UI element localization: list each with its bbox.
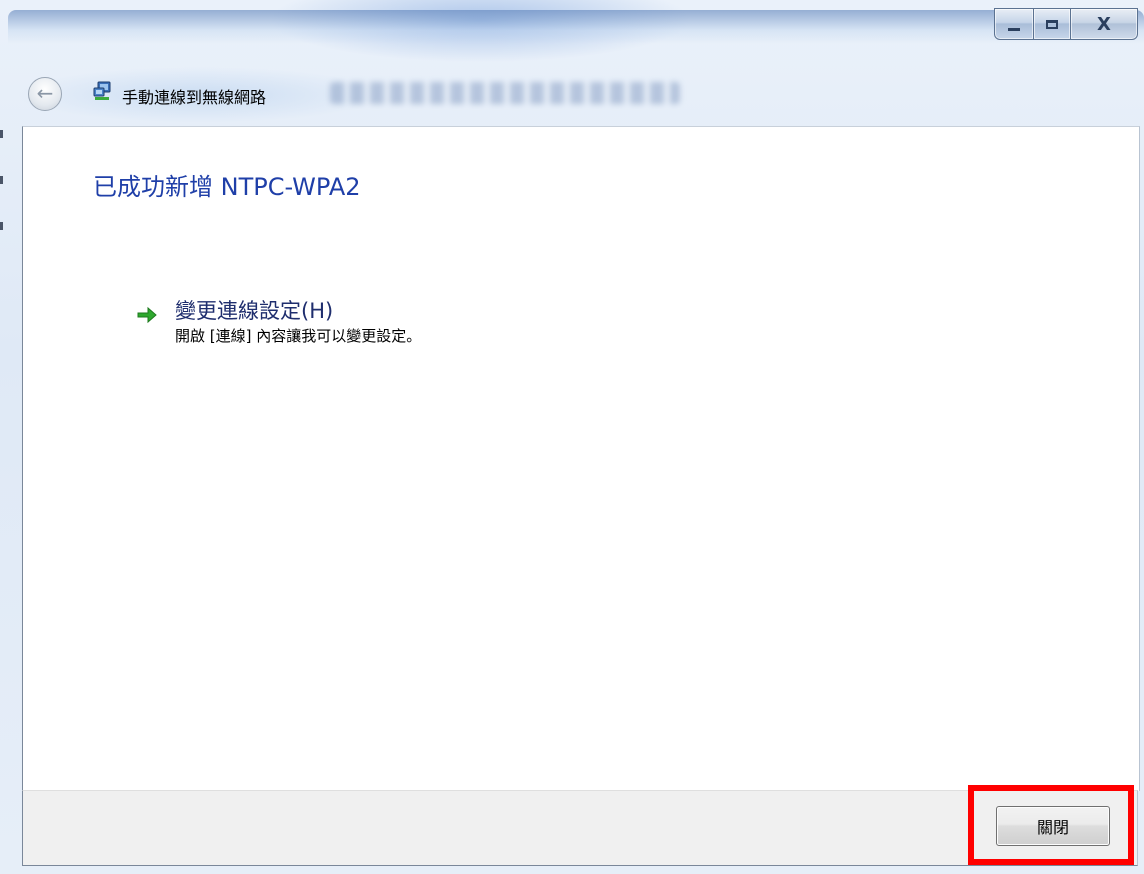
nav-title: 手動連線到無線網路 xyxy=(122,88,267,107)
title-bar[interactable] xyxy=(8,10,1144,44)
minimize-button[interactable] xyxy=(994,8,1034,40)
close-icon: X xyxy=(1097,13,1111,35)
link-description: 開啟 [連線] 內容讓我可以變更設定。 xyxy=(175,327,422,345)
close-button[interactable]: 關閉 xyxy=(996,806,1110,846)
page-heading: 已成功新增 NTPC-WPA2 xyxy=(93,173,361,201)
change-connection-settings-link[interactable]: 變更連線設定(H) 開啟 [連線] 內容讓我可以變更設定。 xyxy=(135,297,421,347)
back-arrow-icon: ← xyxy=(36,81,54,105)
content-panel: 已成功新增 NTPC-WPA2 變更連線設定(H) 開啟 [連線] 內容讓我可以… xyxy=(22,126,1140,791)
back-button[interactable]: ← xyxy=(28,77,62,111)
navigation-bar: ← 手動連線到無線網路 xyxy=(0,72,1144,118)
link-text-group: 變更連線設定(H) 開啟 [連線] 內容讓我可以變更設定。 xyxy=(175,297,421,347)
caption-buttons: X xyxy=(994,8,1138,40)
close-window-button[interactable]: X xyxy=(1071,8,1138,40)
network-icon xyxy=(93,81,111,100)
maximize-icon xyxy=(1046,19,1058,29)
blurred-background-text xyxy=(330,82,680,104)
left-edge-marks xyxy=(0,130,8,268)
link-title: 變更連線設定(H) xyxy=(175,299,334,323)
minimize-icon xyxy=(1008,27,1020,31)
green-arrow-icon xyxy=(137,306,157,324)
maximize-button[interactable] xyxy=(1034,8,1071,40)
